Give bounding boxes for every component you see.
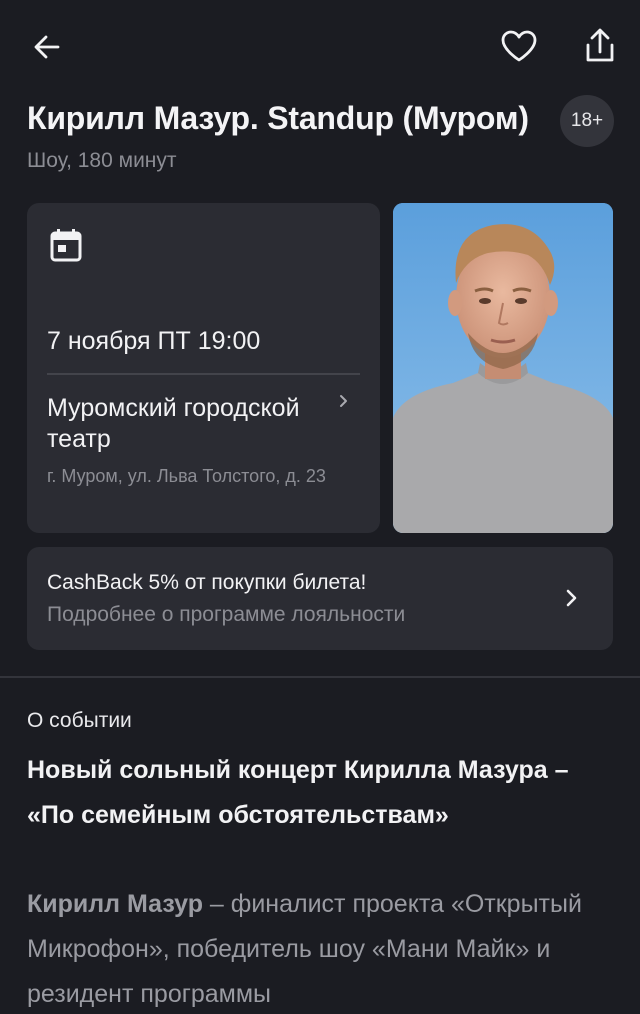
performer-photo	[393, 203, 613, 533]
event-datetime: 7 ноября ПТ 19:00	[47, 327, 261, 355]
favorite-button[interactable]	[495, 22, 543, 70]
venue-name: Муромский городской театр	[47, 394, 300, 453]
venue-address: г. Муром, ул. Льва Толстого, д. 23	[47, 466, 326, 486]
event-title: Кирилл Мазур. Standup (Муром)	[27, 100, 529, 136]
share-icon	[586, 28, 614, 62]
arrow-left-icon	[34, 35, 60, 59]
performer-name: Кирилл Мазур	[27, 890, 203, 918]
event-subtitle: Шоу, 180 минут	[27, 149, 177, 172]
chevron-right-icon	[566, 589, 577, 607]
cashback-title: CashBack 5% от покупки билета!	[47, 571, 367, 594]
section-divider	[0, 676, 640, 678]
event-info-card: 7 ноября ПТ 19:00 Муромский городской те…	[27, 203, 380, 533]
top-bar	[0, 0, 640, 96]
cashback-subtitle: Подробнее о программе лояльности	[47, 603, 406, 626]
calendar-icon	[50, 229, 82, 262]
back-button[interactable]	[23, 23, 71, 71]
cashback-banner[interactable]: CashBack 5% от покупки билета! Подробнее…	[27, 547, 613, 650]
about-headline: Новый сольный концерт Кирилла Мазура – «…	[27, 756, 569, 829]
divider	[47, 373, 360, 375]
about-section-label: О событии	[27, 709, 132, 732]
chevron-right-icon	[340, 395, 347, 407]
about-description: Кирилл Мазур – финалист проекта «Открыты…	[27, 882, 617, 1014]
share-button[interactable]	[576, 22, 624, 70]
heart-icon	[501, 30, 537, 62]
age-rating-badge: 18+	[560, 95, 614, 147]
